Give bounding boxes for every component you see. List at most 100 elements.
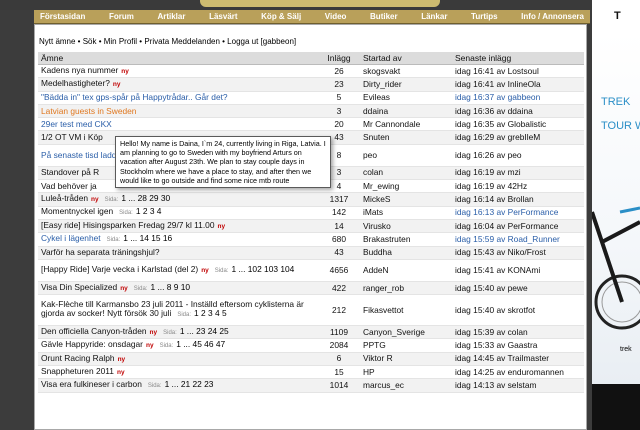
- page-links[interactable]: 1 ... 28 29 30: [121, 193, 170, 203]
- topic-link[interactable]: Orunt Racing Ralph: [41, 353, 115, 363]
- topic-link[interactable]: Visa Din Specialized: [41, 282, 117, 292]
- last-post[interactable]: idag 15:40 av pewe: [452, 281, 584, 296]
- topic-link[interactable]: 29er test med CKX: [41, 119, 112, 129]
- table-row: Latvian guests in Sweden 3 ddaina idag 16:3…: [38, 104, 584, 119]
- last-post[interactable]: idag 15:43 av Niko/Frost: [452, 246, 584, 260]
- topic-link[interactable]: Den officiella Canyon-tråden: [41, 326, 147, 336]
- topic-link[interactable]: Momentnyckel igen: [41, 206, 113, 216]
- nav-item-info-annonsera[interactable]: Info / Annonsera: [521, 12, 584, 21]
- last-post[interactable]: idag 16:35 av Globalistic: [452, 117, 584, 132]
- started-by[interactable]: Buddha: [360, 246, 452, 260]
- last-post[interactable]: idag 16:36 av ddaina: [452, 104, 584, 119]
- started-by[interactable]: Snuten: [360, 130, 452, 145]
- topic-link[interactable]: Vad behöver ja: [41, 181, 97, 191]
- last-post[interactable]: idag 15:41 av KONAmi: [452, 259, 584, 282]
- started-by[interactable]: Mr_ewing: [360, 179, 452, 194]
- started-by[interactable]: skogsvakt: [360, 64, 452, 79]
- topic-link[interactable]: Kadens nya nummer: [41, 65, 118, 75]
- new-badge: ny: [145, 342, 154, 350]
- page-links[interactable]: 1 2 3 4 5: [194, 308, 227, 318]
- new-badge: ny: [120, 284, 128, 292]
- nav-item-artiklar[interactable]: Artiklar: [157, 12, 185, 21]
- topic-link[interactable]: Kak-Flèche till Karmansbo 23 juli 2011 -…: [41, 299, 304, 318]
- started-by[interactable]: Fikasvettot: [360, 294, 452, 327]
- started-by[interactable]: MickeS: [360, 192, 452, 207]
- column-header-topic[interactable]: Ämne: [38, 52, 318, 65]
- topic-link[interactable]: Visa era fulkineser i carbon: [41, 379, 142, 389]
- page-links[interactable]: 1 ... 45 46 47: [176, 339, 225, 349]
- nav-item-forum[interactable]: Forum: [109, 12, 134, 21]
- topic-link[interactable]: [Happy Ride] Varje vecka i Karlstad (del…: [41, 264, 198, 274]
- sidebar-advertisement[interactable]: T TREK TOUR W trek: [592, 0, 640, 430]
- started-by[interactable]: peo: [360, 144, 452, 167]
- topic-cell: Gävle Happyride: onsdagar ny Sida: 1 ... 45…: [38, 338, 318, 353]
- started-by[interactable]: colan: [360, 166, 452, 181]
- topic-link[interactable]: Latvian guests in Sweden: [41, 106, 136, 116]
- page-links[interactable]: 1 ... 102 103 104: [231, 264, 294, 274]
- page-links[interactable]: 1 ... 14 15 16: [123, 233, 172, 243]
- pages-label: Sida:: [106, 236, 121, 243]
- nav-item-turtips[interactable]: Turtips: [471, 12, 498, 21]
- last-post[interactable]: idag 15:39 av colan: [452, 325, 584, 340]
- page-links[interactable]: 1 ... 8 9 10: [150, 282, 190, 292]
- started-by[interactable]: iMats: [360, 206, 452, 220]
- started-by[interactable]: Dirty_rider: [360, 77, 452, 92]
- topic-cell: Visa era fulkineser i carbon Sida: 1 ... 2…: [38, 378, 318, 393]
- started-by[interactable]: Viktor R: [360, 352, 452, 367]
- last-post[interactable]: idag 16:26 av peo: [452, 144, 584, 167]
- last-post[interactable]: idag 16:19 av mzi: [452, 166, 584, 181]
- started-by[interactable]: Virusko: [360, 219, 452, 234]
- started-by[interactable]: AddeN: [360, 259, 452, 282]
- page-links[interactable]: 1 ... 23 24 25: [180, 326, 229, 336]
- new-badge: ny: [217, 223, 226, 231]
- post-count: 23: [318, 77, 360, 92]
- last-post[interactable]: idag 14:45 av Trailmaster: [452, 352, 584, 367]
- topic-link[interactable]: Gävle Happyride: onsdagar: [41, 339, 143, 349]
- last-post[interactable]: idag 15:59 av Road_Runner: [452, 232, 584, 247]
- topic-link[interactable]: [Easy ride] Hisingsparken Fredag 29/7 kl…: [41, 220, 215, 230]
- nav-item-butiker[interactable]: Butiker: [370, 12, 398, 21]
- last-post[interactable]: idag 14:25 av enduromannen: [452, 365, 584, 380]
- last-post[interactable]: idag 15:40 av skrotfot: [452, 294, 584, 327]
- topic-link[interactable]: Standover på R: [41, 167, 99, 177]
- started-by[interactable]: ddaina: [360, 104, 452, 119]
- started-by[interactable]: HP: [360, 365, 452, 380]
- last-post[interactable]: idag 15:33 av Gaastra: [452, 338, 584, 353]
- topic-link[interactable]: Varför ha separata träningshjul?: [41, 247, 160, 257]
- topic-link[interactable]: Medelhastigheter?: [41, 78, 110, 88]
- last-post[interactable]: idag 16:41 av Lostsoul: [452, 64, 584, 79]
- nav-item-länkar[interactable]: Länkar: [421, 12, 447, 21]
- started-by[interactable]: Evileas: [360, 91, 452, 105]
- nav-item-läsvärt[interactable]: Läsvärt: [209, 12, 237, 21]
- started-by[interactable]: Canyon_Sverige: [360, 325, 452, 340]
- started-by[interactable]: Brakastruten: [360, 232, 452, 247]
- last-post[interactable]: idag 16:19 av 42Hz: [452, 179, 584, 194]
- last-post[interactable]: idag 16:13 av PerFormance: [452, 206, 584, 220]
- started-by[interactable]: marcus_ec: [360, 378, 452, 393]
- started-by[interactable]: Mr Cannondale: [360, 117, 452, 132]
- site-logo[interactable]: [200, 0, 440, 7]
- last-post[interactable]: idag 16:14 av Brollan: [452, 192, 584, 207]
- topic-link[interactable]: Snappheturen 2011: [41, 366, 114, 376]
- last-post[interactable]: idag 14:13 av selstam: [452, 378, 584, 393]
- column-header-last-post[interactable]: Senaste inlägg: [452, 52, 584, 65]
- last-post[interactable]: idag 16:41 av InlineOla: [452, 77, 584, 92]
- started-by[interactable]: ranger_rob: [360, 281, 452, 296]
- column-header-posts[interactable]: Inlägg: [318, 52, 360, 65]
- topic-preview-tooltip: Hello! My name is Daina, I`m 24, current…: [115, 136, 331, 189]
- topic-link[interactable]: "Bädda in" tex gps-spår på Happytrådar..…: [41, 92, 228, 102]
- started-by[interactable]: PPTG: [360, 338, 452, 353]
- nav-item-förstasidan[interactable]: Förstasidan: [40, 12, 85, 21]
- page-links[interactable]: 1 ... 21 22 23: [165, 379, 214, 389]
- nav-item-köp-sälj[interactable]: Köp & Sälj: [261, 12, 301, 21]
- last-post[interactable]: idag 16:04 av PerFormance: [452, 219, 584, 234]
- column-header-started-by[interactable]: Startad av: [360, 52, 452, 65]
- topic-cell: Snappheturen 2011 ny: [38, 365, 318, 380]
- topic-link[interactable]: Luleå-tråden: [41, 193, 88, 203]
- last-post[interactable]: idag 16:29 av grebIleM: [452, 130, 584, 145]
- topic-link[interactable]: Cykel i lägenhet: [41, 233, 101, 243]
- page-links[interactable]: 1 2 3 4: [136, 206, 162, 216]
- topic-link[interactable]: 1/2 OT VM i Köp: [41, 132, 103, 142]
- last-post[interactable]: idag 16:37 av gabbeon: [452, 91, 584, 105]
- nav-item-video[interactable]: Video: [325, 12, 347, 21]
